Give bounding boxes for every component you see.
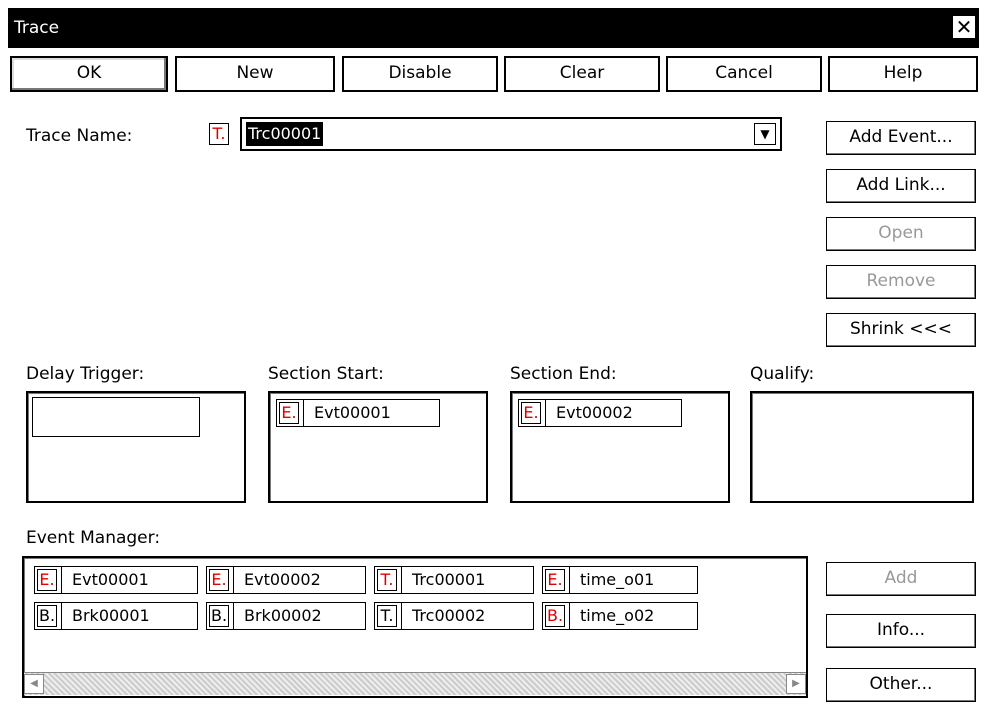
remove-button[interactable]: Remove xyxy=(826,265,976,299)
item-name: time_o01 xyxy=(569,567,654,593)
list-item[interactable]: T. Trc00002 xyxy=(374,602,534,630)
delay-trigger-box[interactable] xyxy=(26,391,246,503)
break-prefix-icon: B. xyxy=(545,605,565,627)
add-link-button[interactable]: Add Link... xyxy=(826,169,976,203)
item-name: Evt00001 xyxy=(61,567,149,593)
clear-button[interactable]: Clear xyxy=(504,56,660,92)
item-name: Evt00002 xyxy=(545,400,633,426)
delay-trigger-label: Delay Trigger: xyxy=(26,364,145,384)
title-bar: Trace ✕ xyxy=(8,8,979,48)
trace-prefix-icon: T. xyxy=(377,605,397,627)
break-prefix-icon: B. xyxy=(209,605,229,627)
help-button[interactable]: Help xyxy=(828,56,978,92)
event-prefix-icon: E. xyxy=(279,402,299,424)
new-button[interactable]: New xyxy=(175,56,335,92)
section-end-box[interactable]: E. Evt00002 xyxy=(510,391,730,503)
event-prefix-icon: E. xyxy=(545,569,565,591)
trace-name-value: Trc00001 xyxy=(246,122,324,146)
break-prefix-icon: B. xyxy=(37,605,57,627)
qualify-label: Qualify: xyxy=(750,364,815,384)
dropdown-arrow-icon[interactable]: ▼ xyxy=(754,123,776,145)
list-item[interactable]: E. time_o01 xyxy=(542,566,698,594)
item-name: time_o02 xyxy=(569,603,654,629)
trace-name-combo[interactable]: Trc00001 ▼ xyxy=(240,117,782,151)
delay-trigger-input[interactable] xyxy=(32,397,200,437)
trace-prefix: T. xyxy=(207,121,235,149)
event-prefix-icon: E. xyxy=(521,402,541,424)
trace-prefix-icon: T. xyxy=(209,123,229,145)
trace-prefix-icon: T. xyxy=(377,569,397,591)
scroll-right-icon[interactable]: ▶ xyxy=(786,674,806,694)
list-item[interactable]: E. Evt00001 xyxy=(34,566,198,594)
ok-button[interactable]: OK xyxy=(10,56,168,92)
section-end-item[interactable]: E. Evt00002 xyxy=(518,399,682,427)
list-item[interactable]: B. Brk00001 xyxy=(34,602,198,630)
list-item[interactable]: B. Brk00002 xyxy=(206,602,366,630)
event-prefix-icon: E. xyxy=(209,569,229,591)
open-button[interactable]: Open xyxy=(826,217,976,251)
list-item[interactable]: E. Evt00002 xyxy=(206,566,366,594)
info-button[interactable]: Info... xyxy=(826,614,976,648)
item-name: Trc00002 xyxy=(401,603,485,629)
list-item[interactable]: B. time_o02 xyxy=(542,602,698,630)
event-manager-label: Event Manager: xyxy=(26,528,161,548)
shrink-button[interactable]: Shrink <<< xyxy=(826,313,976,347)
trace-name-label: Trace Name: xyxy=(26,126,133,146)
item-name: Evt00002 xyxy=(233,567,321,593)
item-name: Brk00002 xyxy=(233,603,322,629)
qualify-box[interactable] xyxy=(750,391,974,503)
item-name: Evt00001 xyxy=(303,400,391,426)
event-prefix-icon: E. xyxy=(37,569,57,591)
other-button[interactable]: Other... xyxy=(826,668,976,702)
list-item[interactable]: T. Trc00001 xyxy=(374,566,534,594)
add-event-button[interactable]: Add Event... xyxy=(826,121,976,155)
horizontal-scrollbar[interactable]: ◀ ▶ xyxy=(24,672,806,695)
section-start-box[interactable]: E. Evt00001 xyxy=(268,391,488,503)
item-name: Brk00001 xyxy=(61,603,150,629)
disable-button[interactable]: Disable xyxy=(342,56,498,92)
add-button[interactable]: Add xyxy=(826,562,976,596)
window-title: Trace xyxy=(14,18,60,38)
section-end-label: Section End: xyxy=(510,364,617,384)
section-start-item[interactable]: E. Evt00001 xyxy=(276,399,440,427)
close-icon[interactable]: ✕ xyxy=(953,16,975,38)
section-start-label: Section Start: xyxy=(268,364,384,384)
cancel-button[interactable]: Cancel xyxy=(666,56,822,92)
item-name: Trc00001 xyxy=(401,567,485,593)
scroll-left-icon[interactable]: ◀ xyxy=(24,674,44,694)
